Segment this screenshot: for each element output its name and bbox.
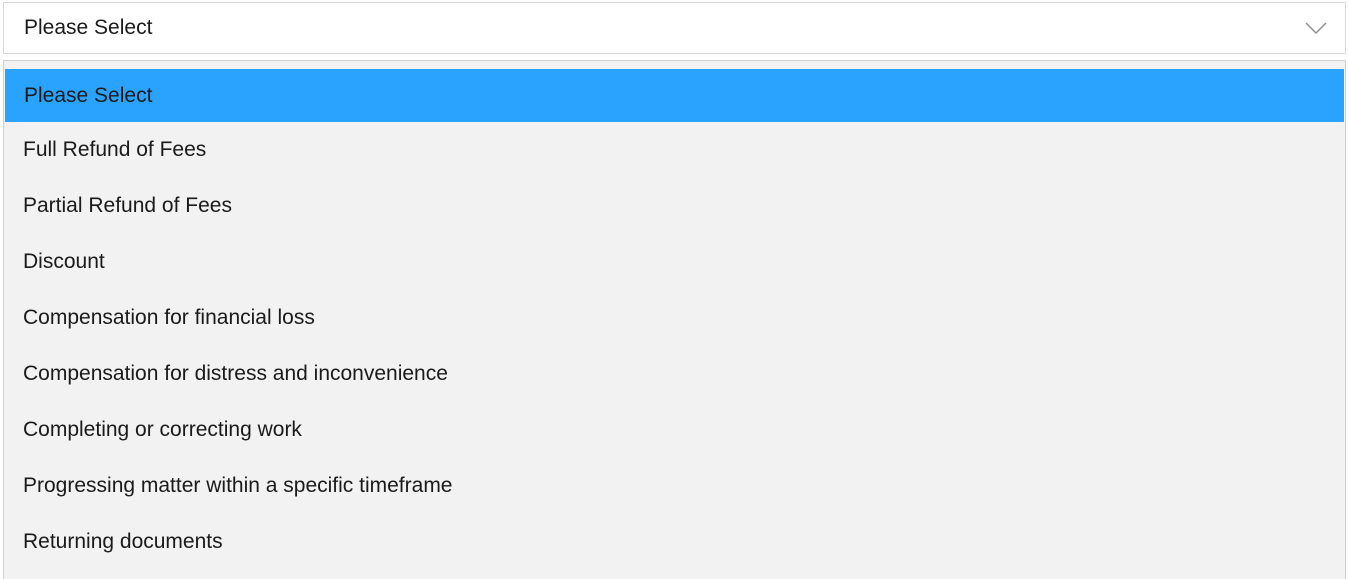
- option-label: Returning documents: [23, 530, 223, 553]
- chevron-down-icon[interactable]: [1305, 21, 1327, 35]
- option-returning-documents[interactable]: Returning documents: [4, 514, 1345, 570]
- select-current-value: Please Select: [24, 16, 153, 39]
- option-label: Discount: [23, 250, 105, 273]
- dropdown-options-list[interactable]: Please Select Full Refund of Fees Partia…: [3, 60, 1346, 579]
- option-compensation-financial-loss[interactable]: Compensation for financial loss: [4, 290, 1345, 346]
- option-please-select[interactable]: Please Select: [5, 69, 1344, 122]
- option-partial-refund-of-fees[interactable]: Partial Refund of Fees: [4, 178, 1345, 234]
- option-label: Partial Refund of Fees: [23, 194, 232, 217]
- option-full-refund-of-fees[interactable]: Full Refund of Fees: [4, 122, 1345, 178]
- option-label: Full Refund of Fees: [23, 138, 207, 161]
- option-completing-correcting-work[interactable]: Completing or correcting work: [4, 402, 1345, 458]
- option-label: Compensation for distress and inconvenie…: [23, 362, 448, 385]
- option-discount[interactable]: Discount: [4, 234, 1345, 290]
- option-progressing-matter[interactable]: Progressing matter within a specific tim…: [4, 458, 1345, 514]
- option-compensation-distress[interactable]: Compensation for distress and inconvenie…: [4, 346, 1345, 402]
- option-label: Completing or correcting work: [23, 418, 302, 441]
- option-label: Compensation for financial loss: [23, 306, 315, 329]
- option-label: Please Select: [24, 83, 153, 107]
- option-label: Progressing matter within a specific tim…: [23, 474, 453, 497]
- dropdown-select[interactable]: Please Select: [3, 2, 1346, 54]
